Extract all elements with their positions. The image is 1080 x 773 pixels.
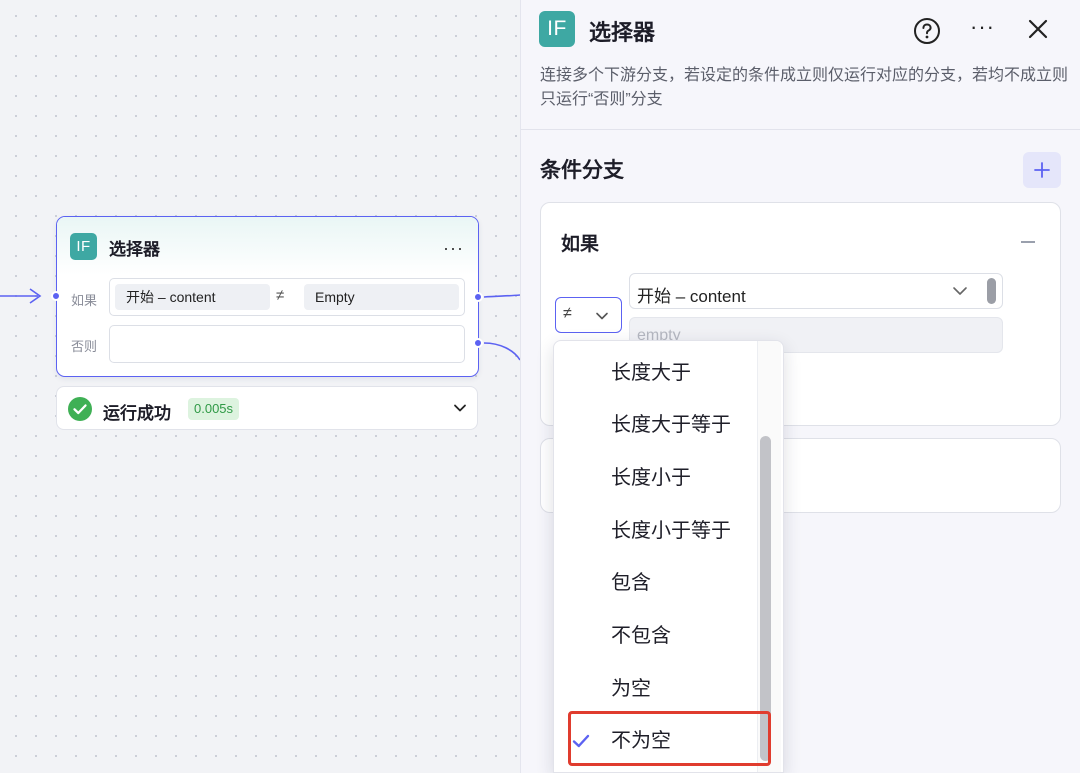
node-if-label: 如果 (71, 293, 98, 308)
operator-dropdown: 长度大于 长度大于等于 长度小于 长度小于等于 包含 不包含 为空 不为空 (553, 340, 784, 773)
node-title: 选择器 (109, 240, 160, 259)
chevron-down-icon[interactable] (453, 401, 467, 415)
node-if-condition[interactable]: 开始 – content ≠ Empty (109, 278, 465, 316)
section-title: 条件分支 (540, 159, 624, 182)
node-else-box[interactable] (109, 325, 465, 363)
not-equal-icon: ≠ (276, 287, 285, 304)
node-condition-value: Empty (304, 284, 459, 310)
chevron-down-icon (952, 286, 968, 296)
remove-branch-icon[interactable] (1021, 241, 1035, 243)
node-condition-source: 开始 – content (115, 284, 270, 310)
dropdown-item[interactable]: 长度小于等于 (554, 505, 754, 557)
close-icon[interactable] (1027, 18, 1049, 40)
check-circle-icon (68, 397, 92, 421)
if-icon: IF (539, 11, 575, 47)
variable-value: 开始 – content (637, 287, 746, 306)
node-else-output-port[interactable] (473, 338, 483, 348)
dropdown-item[interactable]: 不包含 (554, 610, 754, 662)
node-input-port[interactable] (51, 291, 61, 301)
panel-title: 选择器 (589, 20, 656, 45)
node-more-icon[interactable]: ··· (443, 238, 464, 259)
add-branch-button[interactable] (1023, 152, 1061, 188)
dropdown-item[interactable]: 长度大于 (554, 347, 754, 399)
branch-label: 如果 (561, 234, 600, 255)
dropdown-item[interactable]: 为空 (554, 663, 754, 715)
run-status-bar[interactable]: 运行成功 0.005s (56, 386, 478, 430)
status-text: 运行成功 (103, 404, 171, 423)
node-if-output-port[interactable] (473, 292, 483, 302)
plus-icon (1034, 162, 1050, 178)
not-equal-icon: ≠ (563, 305, 572, 322)
panel-more-icon[interactable]: ··· (970, 14, 995, 40)
node-else-label: 否则 (71, 339, 98, 354)
selector-node[interactable]: IF 选择器 ··· 如果 开始 – content ≠ Empty 否则 (51, 216, 483, 377)
annotation-highlight (568, 711, 771, 766)
variable-scrollbar[interactable] (987, 278, 996, 304)
status-duration-badge: 0.005s (188, 398, 240, 420)
panel-description: 连接多个下游分支，若设定的条件成立则仅运行对应的分支，若均不成立则只运行“否则”… (540, 67, 1069, 108)
chevron-down-icon (595, 311, 609, 321)
operator-select[interactable]: ≠ (555, 297, 622, 333)
dropdown-item[interactable]: 长度小于 (554, 452, 754, 504)
question-circle-icon[interactable] (913, 17, 941, 45)
dropdown-item[interactable]: 长度大于等于 (554, 399, 754, 451)
variable-select[interactable]: 开始 – content (629, 273, 1003, 309)
if-icon: IF (70, 233, 97, 260)
dropdown-item[interactable]: 包含 (554, 557, 754, 609)
